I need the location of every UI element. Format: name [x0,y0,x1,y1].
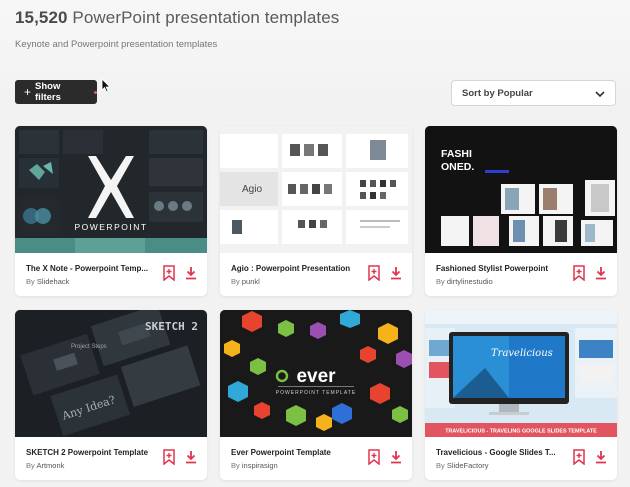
template-card[interactable]: FASHI ONED. Fashioned Stylist Powerpoint… [425,126,617,296]
template-card[interactable]: ever POWERPOINT TEMPLATE Ever Powerpoint… [220,310,412,480]
thumbnail-image: POWERPOINT [15,126,207,253]
card-title[interactable]: SKETCH 2 Powerpoint Template [26,448,151,457]
svg-text:Project Steps: Project Steps [71,344,107,350]
card-author[interactable]: By dirtylinestudio [436,277,493,286]
thumbnail-image: Travelicious TRAVELICIOUS - TRAVELING GO… [425,310,617,437]
template-card[interactable]: Travelicious TRAVELICIOUS - TRAVELING GO… [425,310,617,480]
template-card[interactable]: Agio Agio : Powerpoint Presentation By p… [220,126,412,296]
bookmark-plus-icon[interactable] [572,449,586,465]
thumbnail-caption: FASHI ONED. [441,148,475,173]
card-title[interactable]: The X Note - Powerpoint Temp... [26,264,151,273]
download-icon[interactable] [184,265,198,281]
thumbnail-image: Project Steps Any Idea? SKETCH 2 [15,310,207,437]
cursor-icon [101,78,111,93]
template-thumbnail[interactable]: Agio [220,126,412,253]
show-filters-button[interactable]: + Show filters [15,80,97,104]
bookmark-plus-icon[interactable] [162,265,176,281]
thumbnail-caption: Agio [242,184,262,195]
template-thumbnail[interactable]: ever POWERPOINT TEMPLATE [220,310,412,437]
bookmark-plus-icon[interactable] [367,265,381,281]
bookmark-plus-icon[interactable] [162,449,176,465]
template-card[interactable]: POWERPOINT The X Note - Powerpoint Temp.… [15,126,207,296]
plus-icon: + [24,85,32,99]
thumbnail-image: FASHI ONED. [425,126,617,253]
thumbnail-caption: SKETCH 2 [145,320,198,333]
bookmark-plus-icon[interactable] [572,265,586,281]
card-title[interactable]: Fashioned Stylist Powerpoint [436,264,561,273]
bookmark-plus-icon[interactable] [367,449,381,465]
page-title-text: PowerPoint presentation templates [67,8,340,27]
card-title[interactable]: Ever Powerpoint Template [231,448,356,457]
card-author[interactable]: By Slidehack [26,277,69,286]
thumbnail-image: ever POWERPOINT TEMPLATE [220,310,412,437]
template-thumbnail[interactable]: Project Steps Any Idea? SKETCH 2 [15,310,207,437]
sort-select-value: Sort by Popular [462,87,533,99]
card-author[interactable]: By SlideFactory [436,461,489,470]
template-thumbnail[interactable]: POWERPOINT [15,126,207,253]
thumbnail-image: Agio [220,126,412,253]
download-icon[interactable] [594,449,608,465]
download-icon[interactable] [389,449,403,465]
thumbnail-caption: Travelicious [491,348,553,359]
svg-text:TRAVELICIOUS - TRAVELING GOOGL: TRAVELICIOUS - TRAVELING GOOGLE SLIDES T… [445,429,597,435]
page-subtitle: Keynote and Powerpoint presentation temp… [15,39,218,50]
download-icon[interactable] [184,449,198,465]
svg-text:POWERPOINT TEMPLATE: POWERPOINT TEMPLATE [276,390,356,396]
page-title: 15,520 PowerPoint presentation templates [15,8,339,28]
template-card[interactable]: Project Steps Any Idea? SKETCH 2 SKETCH … [15,310,207,480]
template-thumbnail[interactable]: Travelicious TRAVELICIOUS - TRAVELING GO… [425,310,617,437]
show-filters-label: Show filters [35,81,61,103]
template-count: 15,520 [15,8,68,27]
sort-select[interactable]: Sort by Popular [451,80,616,106]
thumbnail-caption: ever [296,366,336,387]
download-icon[interactable] [389,265,403,281]
chevron-down-icon [595,91,605,98]
card-author[interactable]: By inspirasign [231,461,278,470]
template-thumbnail[interactable]: FASHI ONED. [425,126,617,253]
card-title[interactable]: Agio : Powerpoint Presentation [231,264,356,273]
filter-indicator-dot [94,90,97,94]
thumbnail-caption: POWERPOINT [74,222,147,232]
card-title[interactable]: Travelicious - Google Slides T... [436,448,561,457]
download-icon[interactable] [594,265,608,281]
card-author[interactable]: By punkl [231,277,260,286]
card-author[interactable]: By Artmonk [26,461,64,470]
